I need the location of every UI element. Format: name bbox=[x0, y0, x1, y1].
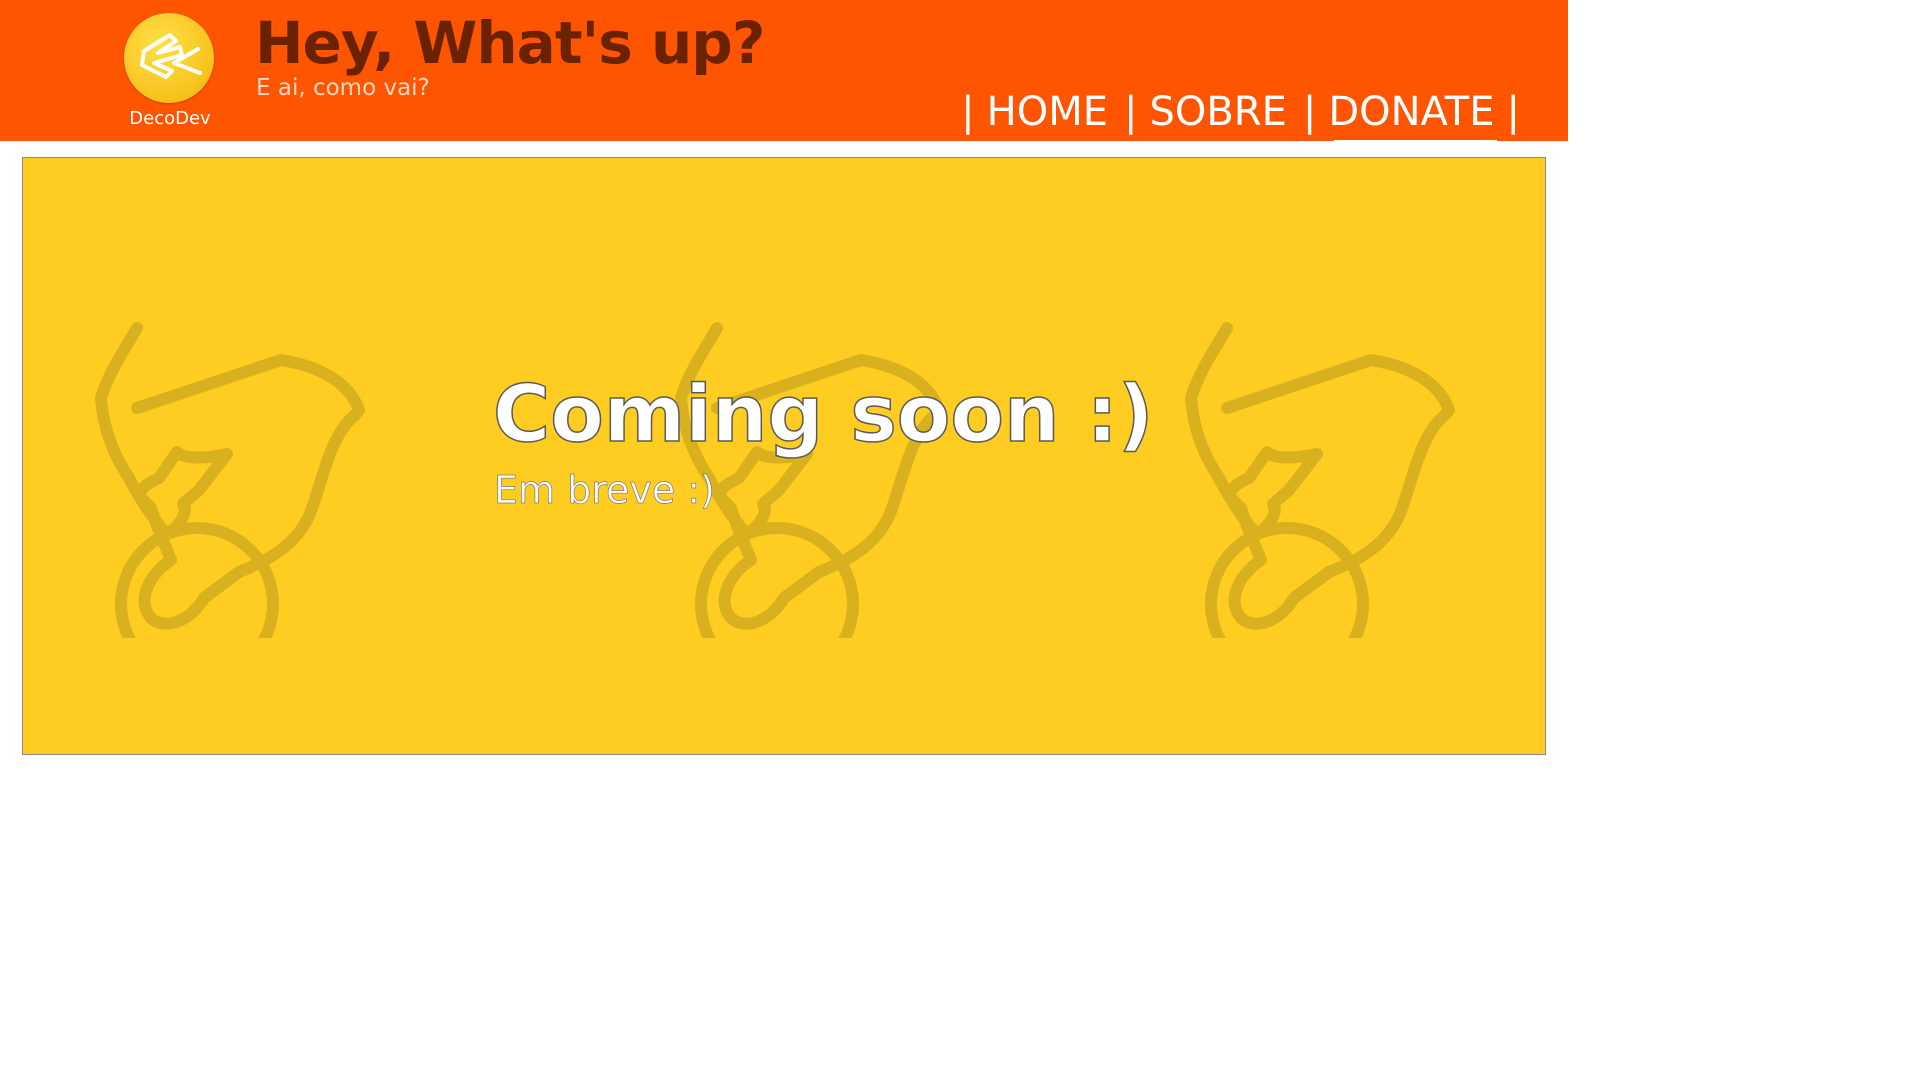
site-subtitle: E ai, como vai? bbox=[256, 75, 430, 101]
nav-separator: | bbox=[1506, 89, 1520, 135]
nav-item-sobre[interactable]: SOBRE bbox=[1149, 90, 1286, 134]
coming-soon-title: Coming soon :) bbox=[492, 370, 1154, 460]
main-nav: | HOME | SOBRE | DONATE | bbox=[961, 89, 1520, 147]
nav-item-donate[interactable]: DONATE bbox=[1328, 90, 1497, 147]
nav-item-home[interactable]: HOME bbox=[987, 90, 1108, 134]
decodev-logo-icon[interactable] bbox=[124, 13, 214, 103]
logo-name: DecoDev bbox=[129, 108, 211, 129]
nav-separator: | bbox=[1302, 89, 1317, 135]
coming-soon-subtitle: Em breve :) bbox=[494, 468, 716, 513]
hand-with-ring-icon bbox=[1185, 322, 1455, 638]
nav-separator: | bbox=[961, 89, 975, 135]
site-title: Hey, What's up? bbox=[255, 9, 765, 77]
hand-with-ring-icon bbox=[95, 322, 365, 638]
site-header: DecoDev Hey, What's up? E ai, como vai? … bbox=[0, 0, 1568, 147]
coming-soon-banner: Coming soon :) Em breve :) bbox=[22, 157, 1546, 755]
nav-separator: | bbox=[1123, 89, 1138, 135]
